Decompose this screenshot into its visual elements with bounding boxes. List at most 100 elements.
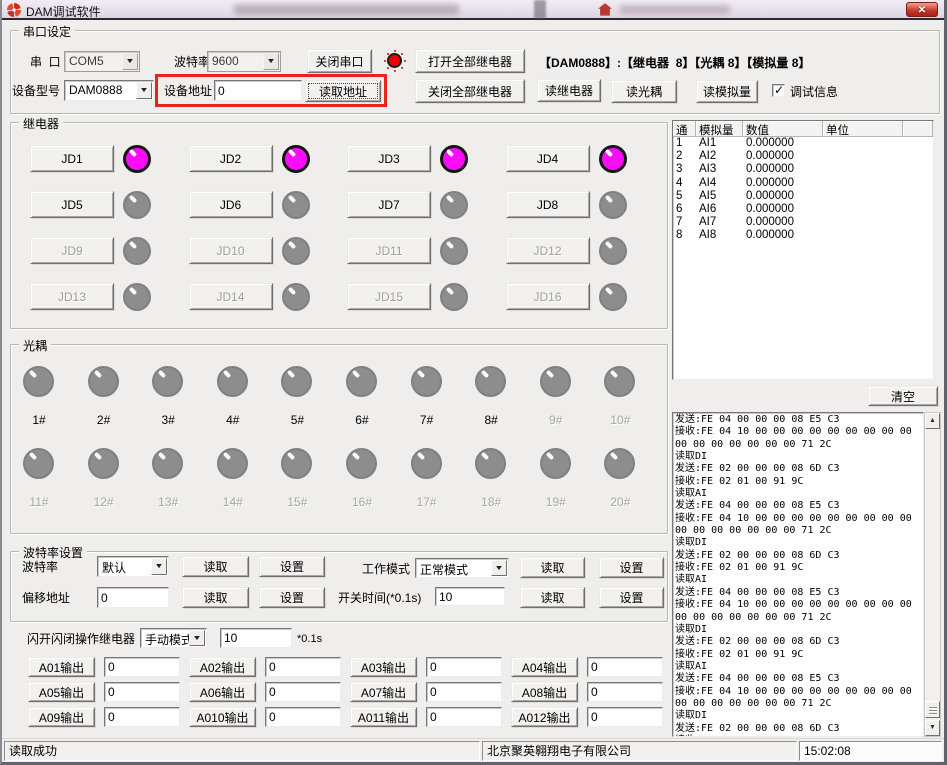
relay-button-jd7[interactable]: JD7 (347, 191, 431, 218)
close-button[interactable]: ✕ (906, 2, 938, 17)
serial-port-select[interactable]: COM5 ▼ (64, 51, 140, 72)
baud-set-select[interactable]: 默认 ▼ (97, 556, 169, 577)
clear-log-button[interactable]: 清空 (868, 386, 938, 406)
close-all-relays-button[interactable]: 关闭全部继电器 (415, 79, 525, 103)
close-serial-button[interactable]: 关闭串口 (307, 49, 372, 73)
relay-button-jd1[interactable]: JD1 (30, 145, 114, 172)
relay-led (123, 191, 151, 219)
relay-button-jd4[interactable]: JD4 (506, 145, 590, 172)
open-all-relays-button[interactable]: 打开全部继电器 (415, 49, 525, 73)
output-button-a04[interactable]: A04输出 (511, 657, 578, 677)
baud-select[interactable]: 9600 ▼ (207, 51, 281, 72)
switch-time-read-button[interactable]: 读取 (520, 587, 585, 608)
output-input-a05[interactable] (104, 682, 180, 702)
switch-time-input[interactable] (435, 587, 505, 606)
table-row[interactable]: 4AI40.000000 (673, 177, 933, 190)
output-button-a08[interactable]: A08输出 (511, 682, 578, 702)
output-input-a06[interactable] (265, 682, 341, 702)
work-mode-set-button[interactable]: 设置 (599, 557, 664, 578)
output-input-a011[interactable] (426, 707, 502, 727)
relay-button-jd9[interactable]: JD9 (30, 237, 114, 264)
work-mode-read-button[interactable]: 读取 (520, 557, 585, 578)
relay-button-jd11[interactable]: JD11 (347, 237, 431, 264)
read-opto-button[interactable]: 读光耦 (611, 80, 677, 103)
baud-set-button[interactable]: 设置 (259, 556, 325, 577)
output-button-a01[interactable]: A01输出 (28, 657, 95, 677)
output-button-a012[interactable]: A012输出 (511, 707, 578, 727)
relay-button-jd12[interactable]: JD12 (506, 237, 590, 264)
output-button-a07[interactable]: A07输出 (350, 682, 417, 702)
output-button-a011[interactable]: A011输出 (350, 707, 417, 727)
table-row[interactable]: 1AI10.000000 (673, 137, 933, 150)
relay-button-jd6[interactable]: JD6 (189, 191, 273, 218)
work-mode-label: 工作模式 (362, 562, 410, 576)
relay-button-jd14[interactable]: JD14 (189, 283, 273, 310)
offset-address-label: 偏移地址 (22, 591, 70, 605)
read-relay-button[interactable]: 读继电器 (537, 79, 601, 102)
output-input-a08[interactable] (587, 682, 663, 702)
output-input-a012[interactable] (587, 707, 663, 727)
col-header-value[interactable]: 数值 (743, 121, 823, 136)
switch-time-set-button[interactable]: 设置 (599, 587, 664, 608)
col-header-analog[interactable]: 模拟量 (696, 121, 743, 136)
output-button-a010[interactable]: A010输出 (189, 707, 256, 727)
relay-led (123, 237, 151, 265)
output-input-a09[interactable] (104, 707, 180, 727)
offset-set-button[interactable]: 设置 (259, 587, 325, 608)
output-button-a06[interactable]: A06输出 (189, 682, 256, 702)
chevron-down-icon: ▼ (151, 558, 167, 575)
debug-info-checkbox[interactable]: ✓ (772, 84, 785, 97)
device-address-input[interactable] (214, 80, 302, 101)
relay-button-jd16[interactable]: JD16 (506, 283, 590, 310)
scroll-up-icon[interactable]: ▲ (925, 413, 940, 429)
opto-led (475, 448, 506, 479)
table-row[interactable]: 3AI30.000000 (673, 163, 933, 176)
col-header-channel[interactable]: 通 (673, 121, 696, 136)
work-mode-select[interactable]: 正常模式 ▼ (415, 558, 509, 578)
offset-read-button[interactable]: 读取 (182, 587, 249, 608)
output-button-a03[interactable]: A03输出 (350, 657, 417, 677)
relay-button-jd2[interactable]: JD2 (189, 145, 273, 172)
opto-label: 4# (210, 413, 256, 427)
flash-time-input[interactable] (220, 628, 292, 648)
table-row[interactable]: 8AI80.000000 (673, 229, 933, 242)
flash-mode-select[interactable]: 手动模式 ▼ (140, 628, 207, 648)
model-select[interactable]: DAM0888 ▼ (64, 80, 154, 101)
opto-label: 8# (468, 413, 514, 427)
title-bar[interactable]: DAM调试软件 ✕ (2, 0, 944, 20)
output-input-a07[interactable] (426, 682, 502, 702)
output-input-a04[interactable] (587, 657, 663, 677)
relay-button-jd8[interactable]: JD8 (506, 191, 590, 218)
table-row[interactable]: 6AI60.000000 (673, 203, 933, 216)
output-button-a09[interactable]: A09输出 (28, 707, 95, 727)
opto-led (152, 448, 183, 479)
table-row[interactable]: 5AI50.000000 (673, 190, 933, 203)
output-input-a03[interactable] (426, 657, 502, 677)
relay-button-jd3[interactable]: JD3 (347, 145, 431, 172)
baud-read-button[interactable]: 读取 (182, 556, 249, 577)
output-input-a010[interactable] (265, 707, 341, 727)
relay-button-jd15[interactable]: JD15 (347, 283, 431, 310)
table-row[interactable]: 2AI20.000000 (673, 150, 933, 163)
log-output[interactable]: 发送:FE 04 00 00 00 08 E5 C3 接收:FE 04 10 0… (672, 412, 924, 737)
opto-led (540, 448, 571, 479)
relay-button-jd10[interactable]: JD10 (189, 237, 273, 264)
output-input-a01[interactable] (104, 657, 180, 677)
scroll-down-icon[interactable]: ▼ (925, 720, 940, 736)
scrollbar-thumb[interactable] (925, 701, 940, 718)
read-analog-button[interactable]: 读模拟量 (696, 80, 758, 103)
read-address-button[interactable]: 读取地址 (305, 80, 381, 102)
relay-button-jd5[interactable]: JD5 (30, 191, 114, 218)
relay-button-jd13[interactable]: JD13 (30, 283, 114, 310)
output-button-a05[interactable]: A05输出 (28, 682, 95, 702)
table-header[interactable]: 通 模拟量 数值 单位 (673, 121, 933, 137)
col-header-unit[interactable]: 单位 (823, 121, 903, 136)
output-button-a02[interactable]: A02输出 (189, 657, 256, 677)
table-row[interactable]: 7AI70.000000 (673, 216, 933, 229)
opto-led (152, 366, 183, 397)
offset-address-input[interactable] (97, 587, 169, 608)
chevron-down-icon: ▼ (122, 53, 138, 70)
log-scrollbar[interactable]: ▲ ▼ (924, 412, 941, 737)
chevron-down-icon: ▼ (136, 82, 152, 99)
output-input-a02[interactable] (265, 657, 341, 677)
